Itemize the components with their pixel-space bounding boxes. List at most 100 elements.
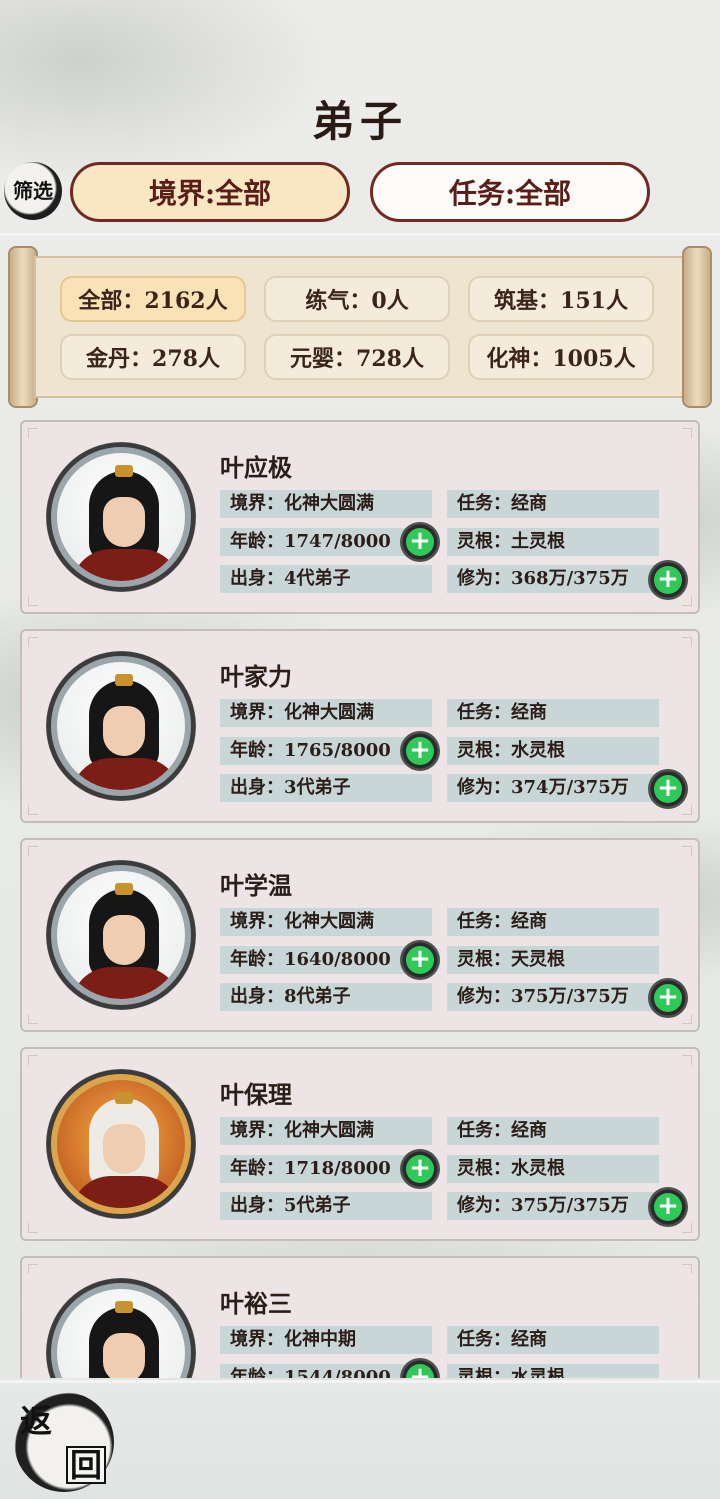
avatar-frame <box>51 1283 191 1378</box>
disciple-cultivation: 修为：375万/375万 <box>447 1192 659 1220</box>
card-corner-ornament <box>28 805 38 815</box>
disciple-realm: 境界：化神大圆满 <box>220 490 432 518</box>
disciple-name: 叶应极 <box>220 453 292 482</box>
disciple-root: 灵根：土灵根 <box>447 528 659 556</box>
stat-huashen[interactable]: 化神：1005人 <box>468 334 654 380</box>
filter-label: 筛选 <box>13 179 53 203</box>
card-corner-ornament <box>682 846 692 856</box>
card-corner-ornament <box>682 1014 692 1024</box>
add-age-button[interactable]: + <box>400 1358 440 1378</box>
avatar-face <box>103 1333 145 1378</box>
avatar-crown <box>115 1301 133 1313</box>
plus-icon: + <box>654 566 682 594</box>
avatar-crown <box>115 1092 133 1104</box>
task-filter-button[interactable]: 任务:全部 <box>370 162 650 222</box>
disciple-cultivation: 修为：375万/375万 <box>447 983 659 1011</box>
disciple-task: 任务：经商 <box>447 490 659 518</box>
add-cultivation-button[interactable]: + <box>648 560 688 600</box>
scroll-rod-right <box>682 246 712 408</box>
card-corner-ornament <box>28 596 38 606</box>
disciple-card[interactable]: 叶家力 境界：化神大圆满 任务：经商 年龄：1765/8000 灵根：水灵根 出… <box>20 629 700 823</box>
avatar-frame <box>51 865 191 1005</box>
disciple-realm: 境界：化神大圆满 <box>220 699 432 727</box>
avatar-frame <box>51 656 191 796</box>
card-corner-ornament <box>682 1264 692 1274</box>
card-corner-ornament <box>28 1014 38 1024</box>
plus-icon: + <box>406 946 434 974</box>
card-corner-ornament <box>28 1264 38 1274</box>
back-button[interactable]: 返 回 <box>14 1392 114 1492</box>
stat-jindan[interactable]: 金丹：278人 <box>60 334 246 380</box>
disciple-list[interactable]: 叶应极 境界：化神大圆满 任务：经商 年龄：1747/8000 灵根：土灵根 出… <box>20 420 700 1378</box>
card-corner-ornament <box>28 846 38 856</box>
add-age-button[interactable]: + <box>400 731 440 771</box>
avatar-face <box>103 915 145 965</box>
disciple-name: 叶保理 <box>220 1080 292 1109</box>
plus-icon: + <box>406 1364 434 1378</box>
back-label-top: 返 <box>20 1402 53 1440</box>
plus-icon: + <box>654 775 682 803</box>
card-corner-ornament <box>682 428 692 438</box>
plus-icon: + <box>406 737 434 765</box>
back-label-bottom: 回 <box>66 1446 107 1484</box>
card-corner-ornament <box>682 596 692 606</box>
add-age-button[interactable]: + <box>400 522 440 562</box>
disciple-realm: 境界：化神大圆满 <box>220 908 432 936</box>
disciple-origin: 出身：3代弟子 <box>220 774 432 802</box>
add-age-button[interactable]: + <box>400 940 440 980</box>
stat-zhuji[interactable]: 筑基：151人 <box>468 276 654 322</box>
disciple-root: 灵根：水灵根 <box>447 1364 659 1378</box>
disciple-avatar[interactable] <box>46 860 196 1010</box>
disciple-origin: 出身：5代弟子 <box>220 1192 432 1220</box>
disciple-task: 任务：经商 <box>447 1326 659 1354</box>
avatar-robe <box>71 549 181 581</box>
avatar-robe <box>71 758 181 790</box>
disciple-task: 任务：经商 <box>447 908 659 936</box>
plus-icon: + <box>654 984 682 1012</box>
disciple-name: 叶家力 <box>220 662 292 691</box>
avatar-face <box>103 1124 145 1174</box>
stat-all[interactable]: 全部：2162人 <box>60 276 246 322</box>
avatar-face <box>103 497 145 547</box>
disciple-realm: 境界：化神大圆满 <box>220 1117 432 1145</box>
disciple-avatar[interactable] <box>46 1278 196 1378</box>
plus-icon: + <box>406 528 434 556</box>
avatar-robe <box>71 967 181 999</box>
stat-yuanying[interactable]: 元婴：728人 <box>264 334 450 380</box>
realm-filter-button[interactable]: 境界:全部 <box>70 162 350 222</box>
disciple-card[interactable]: 叶应极 境界：化神大圆满 任务：经商 年龄：1747/8000 灵根：土灵根 出… <box>20 420 700 614</box>
header-divider <box>0 233 720 236</box>
disciple-avatar[interactable] <box>46 1069 196 1219</box>
disciple-root: 灵根：水灵根 <box>447 737 659 765</box>
disciple-cultivation: 修为：368万/375万 <box>447 565 659 593</box>
add-cultivation-button[interactable]: + <box>648 769 688 809</box>
disciple-name: 叶学温 <box>220 871 292 900</box>
add-age-button[interactable]: + <box>400 1149 440 1189</box>
disciple-card[interactable]: 叶裕三 境界：化神中期 任务：经商 年龄：1544/8000 灵根：水灵根 + <box>20 1256 700 1378</box>
disciple-realm: 境界：化神中期 <box>220 1326 432 1354</box>
card-corner-ornament <box>28 637 38 647</box>
avatar-face <box>103 706 145 756</box>
card-corner-ornament <box>28 1055 38 1065</box>
disciple-root: 灵根：天灵根 <box>447 946 659 974</box>
avatar-frame <box>51 447 191 587</box>
avatar-robe <box>71 1176 181 1208</box>
disciple-avatar[interactable] <box>46 442 196 592</box>
plus-icon: + <box>654 1193 682 1221</box>
disciple-origin: 出身：4代弟子 <box>220 565 432 593</box>
realm-stats-grid: 全部：2162人 练气：0人 筑基：151人 金丹：278人 元婴：728人 化… <box>60 276 654 380</box>
disciple-task: 任务：经商 <box>447 1117 659 1145</box>
disciple-card[interactable]: 叶保理 境界：化神大圆满 任务：经商 年龄：1718/8000 灵根：水灵根 出… <box>20 1047 700 1241</box>
card-corner-ornament <box>682 1223 692 1233</box>
plus-icon: + <box>406 1155 434 1183</box>
disciple-card[interactable]: 叶学温 境界：化神大圆满 任务：经商 年龄：1640/8000 灵根：天灵根 出… <box>20 838 700 1032</box>
add-cultivation-button[interactable]: + <box>648 978 688 1018</box>
card-corner-ornament <box>682 1055 692 1065</box>
disciple-root: 灵根：水灵根 <box>447 1155 659 1183</box>
add-cultivation-button[interactable]: + <box>648 1187 688 1227</box>
filter-icon[interactable]: 筛选 <box>4 162 62 220</box>
card-corner-ornament <box>28 1223 38 1233</box>
disciple-origin: 出身：8代弟子 <box>220 983 432 1011</box>
stat-lianqi[interactable]: 练气：0人 <box>264 276 450 322</box>
disciple-avatar[interactable] <box>46 651 196 801</box>
